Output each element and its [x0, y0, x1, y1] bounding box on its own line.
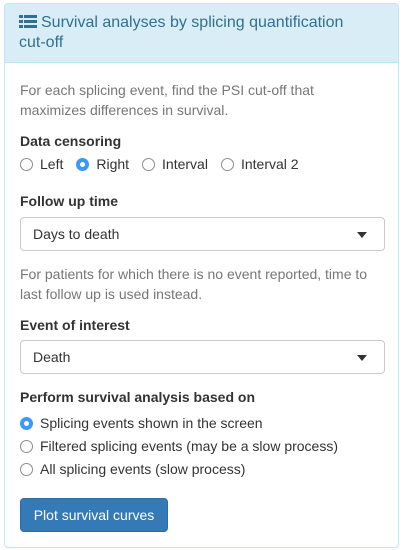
radio-button[interactable] — [220, 157, 234, 171]
event-select[interactable]: Death — [20, 340, 385, 374]
panel-title-line2: cut-off — [19, 34, 64, 51]
follow-up-help-line1: For patients for which there is no event… — [20, 266, 368, 282]
censoring-label: Data censoring — [20, 133, 122, 149]
plot-survival-curves-button[interactable]: Plot survival curves — [20, 498, 168, 532]
censoring-option-right[interactable]: Right — [76, 156, 129, 172]
follow-up-help-line2: last follow up is used instead. — [20, 286, 203, 302]
basis-radio-group: Splicing events shown in the screen Filt… — [20, 413, 338, 479]
basis-option-label: Filtered splicing events (may be a slow … — [40, 438, 339, 454]
event-value: Death — [33, 349, 71, 365]
description-line1: For each splicing event, find the PSI cu… — [20, 82, 314, 98]
event-label: Event of interest — [20, 317, 130, 333]
basis-option-all[interactable]: All splicing events (slow process) — [20, 459, 338, 479]
caret-down-icon — [357, 355, 367, 361]
list-icon — [19, 15, 37, 28]
basis-option-shown[interactable]: Splicing events shown in the screen — [20, 413, 338, 433]
radio-button-checked[interactable] — [20, 416, 33, 430]
censoring-option-interval[interactable]: Interval — [142, 156, 208, 172]
survival-panel: Survival analyses by splicing quantifica… — [4, 3, 399, 548]
basis-option-label: All splicing events (slow process) — [40, 461, 246, 477]
panel-title-line1: Survival analyses by splicing quantifica… — [41, 14, 344, 31]
censoring-radio-group: Left Right Interval Interval 2 — [20, 156, 312, 172]
description: For each splicing event, find the PSI cu… — [20, 80, 390, 120]
radio-button[interactable] — [20, 462, 33, 476]
censoring-option-left[interactable]: Left — [20, 156, 63, 172]
caret-down-icon — [357, 232, 367, 238]
radio-button[interactable] — [20, 157, 33, 171]
censoring-option-label: Right — [96, 156, 130, 172]
basis-option-filtered[interactable]: Filtered splicing events (may be a slow … — [20, 436, 338, 456]
follow-up-help: For patients for which there is no event… — [20, 264, 392, 304]
censoring-option-label: Interval — [162, 156, 208, 172]
censoring-option-label: Left — [40, 156, 64, 172]
follow-up-label: Follow up time — [20, 193, 118, 209]
panel-heading: Survival analyses by splicing quantifica… — [5, 4, 398, 63]
basis-label: Perform survival analysis based on — [20, 389, 255, 405]
follow-up-select[interactable]: Days to death — [20, 217, 385, 251]
censoring-option-label: Interval 2 — [240, 156, 299, 172]
radio-button[interactable] — [20, 439, 33, 453]
censoring-option-interval-2[interactable]: Interval 2 — [220, 156, 299, 172]
follow-up-value: Days to death — [33, 226, 120, 242]
radio-button-checked[interactable] — [76, 157, 90, 171]
radio-button[interactable] — [142, 157, 156, 171]
basis-option-label: Splicing events shown in the screen — [40, 415, 263, 431]
description-line2: maximizes differences in survival. — [20, 102, 229, 118]
